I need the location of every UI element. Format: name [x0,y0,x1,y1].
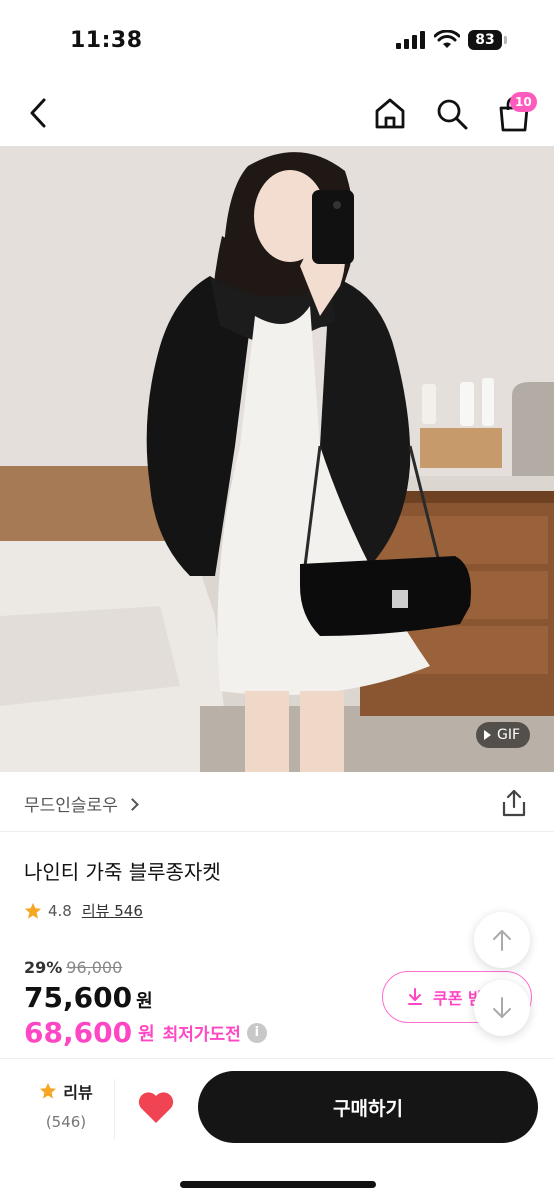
heart-icon[interactable] [136,1089,176,1125]
brand-row: 무드인슬로우 [0,772,554,832]
gif-label: GIF [496,727,520,743]
lowest-price: 68,600 [24,1016,133,1049]
sale-price: 75,600 [24,981,133,1014]
product-photo-illustration [0,146,554,772]
lowest-price-currency: 원 [138,1023,155,1045]
buy-button[interactable]: 구매하기 [198,1071,538,1143]
star-icon [24,902,42,919]
info-icon[interactable]: i [246,1022,267,1043]
rating-row: 4.8 리뷰 546 [24,900,143,921]
share-icon[interactable] [500,788,528,818]
scroll-down-button[interactable] [474,980,530,1036]
arrow-down-icon [493,997,511,1018]
home-indicator [180,1181,376,1188]
play-icon [483,730,491,740]
brand-name: 무드인슬로우 [24,796,118,816]
review-count-link[interactable]: 리뷰 546 [82,900,143,921]
top-nav: 10 [0,80,554,146]
cart-count-badge: 10 [510,92,537,112]
product-image[interactable]: GIF [0,146,554,772]
signal-icon [396,31,425,49]
download-icon [408,988,422,1005]
brand-link[interactable]: 무드인슬로우 [24,791,139,816]
product-title: 나인티 가죽 블루종자켓 [24,860,221,884]
back-arrow-icon[interactable] [24,94,56,132]
chevron-right-icon [125,797,139,811]
sale-price-currency: 원 [136,991,153,1012]
bottom-action-bar: 리뷰 (546) 구매하기 [0,1058,554,1200]
discount-percent: 29% [24,958,63,977]
review-summary-button[interactable]: 리뷰 (546) [20,1079,112,1139]
review-label: 리뷰 [63,1083,93,1102]
battery-level: 83 [468,30,502,50]
battery-icon: 83 [468,30,508,50]
lowest-price-label: 최저가도전 [162,1025,241,1045]
arrow-up-icon [493,930,511,951]
rating-value: 4.8 [48,901,72,920]
status-bar: 11:38 83 [0,0,554,80]
original-price: 96,000 [66,958,123,977]
wifi-icon [434,30,460,48]
scroll-up-button[interactable] [474,912,530,968]
divider [114,1079,115,1139]
home-icon[interactable] [372,96,408,132]
search-icon[interactable] [434,96,470,132]
star-icon [40,1082,57,1099]
review-count: (546) [45,1113,87,1131]
gif-badge[interactable]: GIF [475,722,530,748]
status-time: 11:38 [70,28,143,53]
